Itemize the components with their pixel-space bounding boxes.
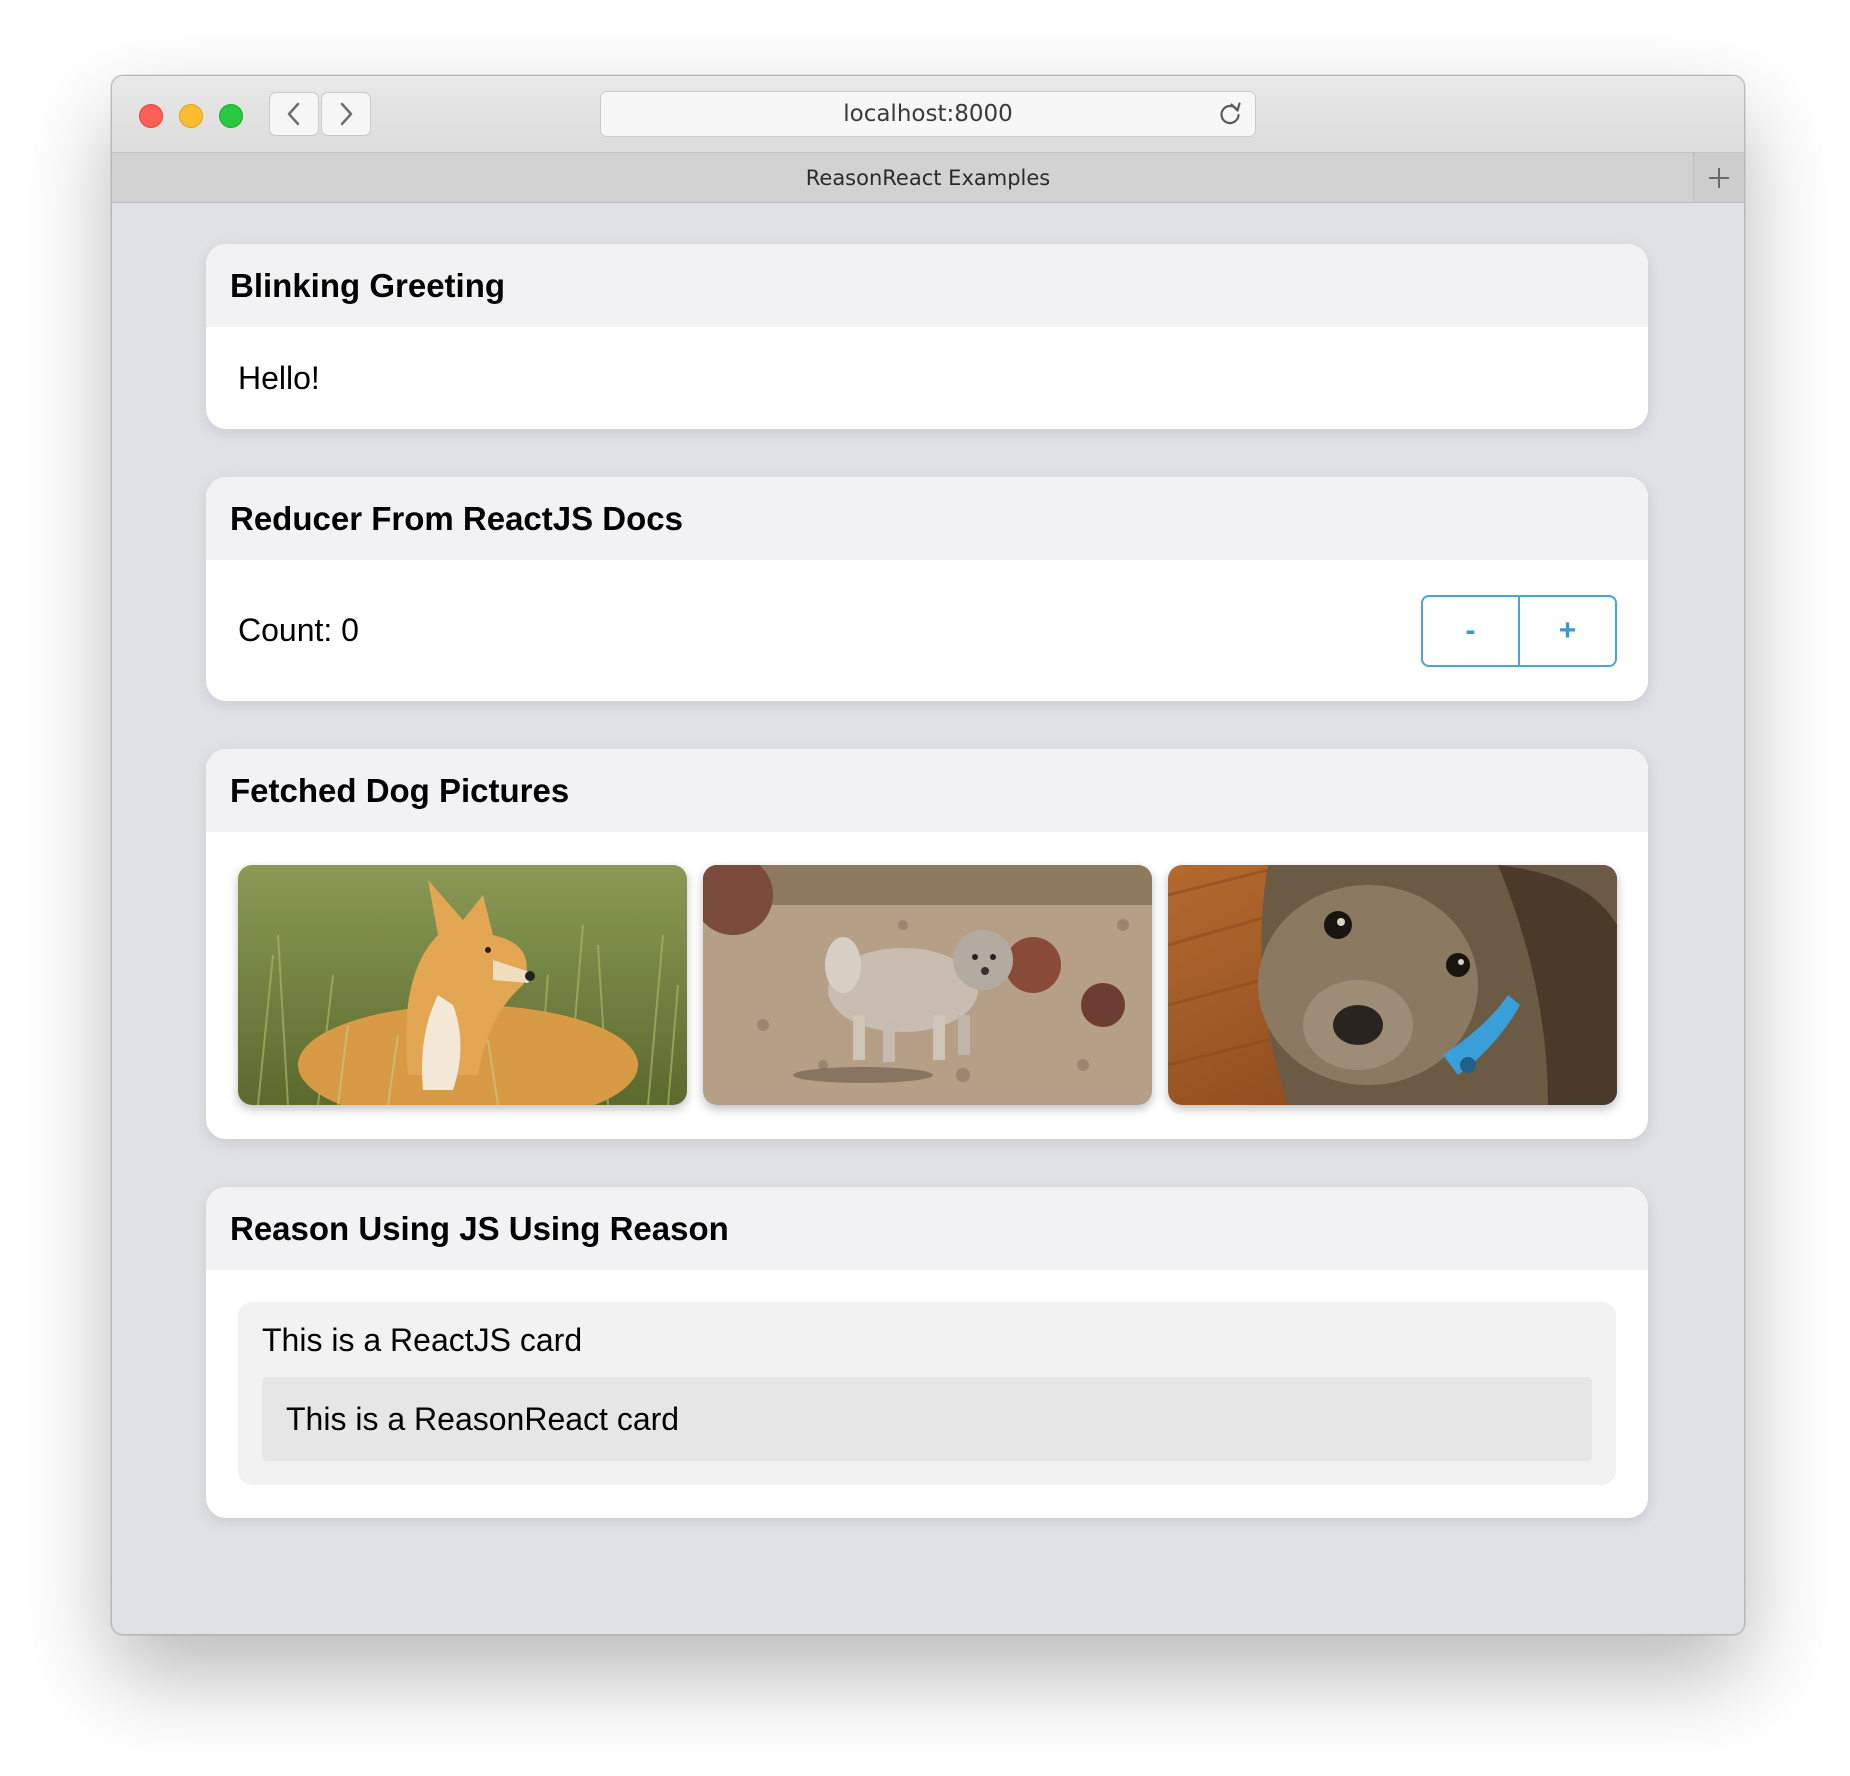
dog-photo-terrier: [1168, 865, 1617, 1105]
url-text: localhost:8000: [843, 101, 1013, 127]
tab-bar: ReasonReact Examples: [112, 153, 1744, 203]
card-title: Fetched Dog Pictures: [206, 749, 1648, 832]
browser-window: localhost:8000 ReasonReact Examples Blin…: [111, 75, 1745, 1635]
dog-photo-shaggy: [703, 865, 1152, 1105]
page-content: Blinking Greeting Hello! Reducer From Re…: [112, 203, 1744, 1634]
count-text: Count: 0: [238, 612, 359, 648]
dog-image[interactable]: [238, 865, 687, 1105]
reload-icon[interactable]: [1217, 101, 1243, 127]
increment-button[interactable]: +: [1520, 597, 1615, 665]
zoom-window-button[interactable]: [219, 104, 243, 128]
back-button[interactable]: [269, 92, 319, 136]
new-tab-button[interactable]: [1693, 153, 1744, 202]
reactjs-card: This is a ReactJS card This is a ReasonR…: [238, 1302, 1616, 1485]
close-window-button[interactable]: [139, 104, 163, 128]
dog-photo-dingo: [238, 865, 687, 1105]
reasonreact-card-text: This is a ReasonReact card: [286, 1400, 680, 1437]
card-title: Reason Using JS Using Reason: [206, 1187, 1648, 1270]
reasonreact-card: This is a ReasonReact card: [262, 1377, 1592, 1461]
card-title: Blinking Greeting: [206, 244, 1648, 327]
chevron-right-icon: [340, 102, 353, 126]
plus-icon: [1709, 167, 1729, 188]
greeting-text: Hello!: [238, 359, 320, 396]
dog-pictures-card: Fetched Dog Pictures: [206, 749, 1648, 1139]
dog-image[interactable]: [703, 865, 1152, 1105]
forward-button[interactable]: [321, 92, 371, 136]
reducer-card: Reducer From ReactJS Docs Count: 0 - +: [206, 477, 1648, 701]
decrement-button[interactable]: -: [1423, 597, 1518, 665]
greeting-card: Blinking Greeting Hello!: [206, 244, 1648, 429]
counter-controls: - +: [1421, 595, 1617, 667]
tab-active[interactable]: ReasonReact Examples: [806, 166, 1050, 190]
dog-gallery: [238, 865, 1617, 1105]
dog-image[interactable]: [1168, 865, 1617, 1105]
title-bar: localhost:8000: [112, 76, 1744, 153]
card-title: Reducer From ReactJS Docs: [206, 477, 1648, 560]
chevron-left-icon: [287, 102, 300, 126]
minimize-window-button[interactable]: [179, 104, 203, 128]
address-bar[interactable]: localhost:8000: [600, 91, 1256, 137]
reason-js-card: Reason Using JS Using Reason This is a R…: [206, 1187, 1648, 1518]
reactjs-card-text: This is a ReactJS card: [262, 1322, 583, 1358]
